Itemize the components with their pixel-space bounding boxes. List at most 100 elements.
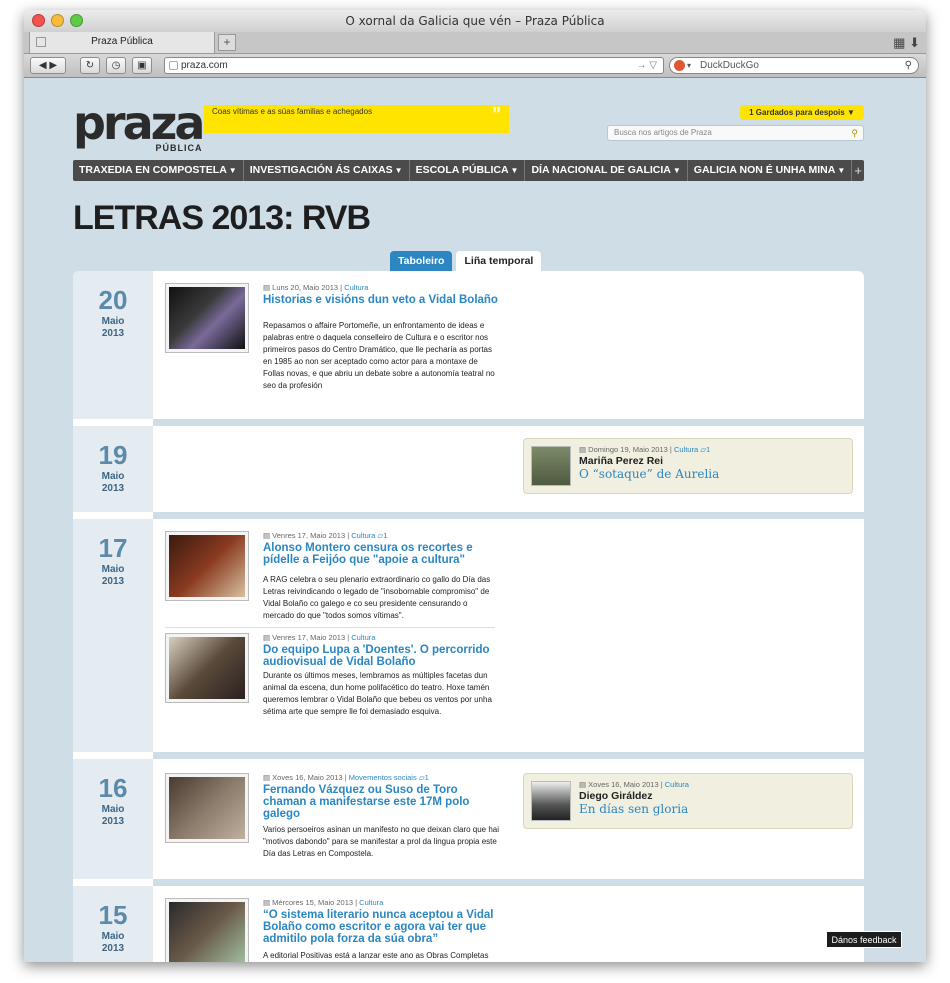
day-date: 17 Maio 2013	[73, 519, 153, 752]
tab-overview-icon[interactable]: ▦	[893, 35, 905, 50]
opinion-date: Xoves 16, Maio 2013 |	[588, 780, 663, 789]
nav-item-dia-nacional[interactable]: DÍA NACIONAL DE GALICIA ▼	[525, 160, 688, 181]
saved-for-later-button[interactable]: 1 Gardados para despois ▼	[740, 105, 864, 120]
history-button[interactable]: ◷	[106, 57, 126, 74]
tab-lina-temporal[interactable]: Liña temporal	[456, 251, 542, 271]
day-month: Maio	[101, 931, 125, 942]
zoom-window-button[interactable]	[70, 14, 83, 27]
article-category[interactable]: Cultura	[351, 633, 375, 642]
day-separator	[153, 419, 864, 426]
article-thumbnail[interactable]	[165, 283, 249, 353]
calendar-icon: ▤	[263, 633, 273, 642]
article-category[interactable]: Movementos sociais	[349, 773, 417, 782]
article-meta: ▤ Xoves 16, Maio 2013 | Movementos socia…	[263, 773, 429, 782]
nav-more-button[interactable]: +	[852, 160, 864, 181]
address-tools[interactable]: → ▽	[637, 58, 657, 73]
article-comments[interactable]: 1	[425, 773, 429, 782]
article-thumbnail[interactable]	[165, 633, 249, 703]
day-number: 15	[98, 900, 128, 930]
opinion-category[interactable]: Cultura	[665, 780, 689, 789]
article-title[interactable]: Fernando Vázquez ou Suso de Toro chaman …	[263, 784, 503, 820]
back-forward-buttons[interactable]: ◀ ▶	[30, 57, 66, 74]
window-controls	[32, 14, 83, 27]
site-search-input[interactable]: Busca nos artigos de Praza ⚲	[607, 125, 864, 141]
feedback-button[interactable]: Dános feedback	[826, 931, 902, 948]
minimize-window-button[interactable]	[51, 14, 64, 27]
day-year: 2013	[101, 576, 125, 587]
opinion-meta: ▤ Domingo 19, Maio 2013 | Cultura ▱1	[579, 445, 710, 454]
nav-item-mina[interactable]: GALICIA NON É UNHA MINA ▼	[688, 160, 853, 181]
calendar-icon: ▤	[263, 773, 273, 782]
opinion-date: Domingo 19, Maio 2013 |	[588, 445, 672, 454]
day-year: 2013	[101, 483, 125, 494]
timeline-day: 17 Maio 2013 ▤ Venres 17, Maio 2013 | Cu…	[73, 519, 864, 752]
article-thumbnail[interactable]	[165, 531, 249, 601]
article-summary: Durante os últimos meses, lembramos as m…	[263, 671, 492, 716]
title-bar: O xornal da Galicia que vén – Praza Públ…	[24, 10, 926, 32]
opinion-title[interactable]: O “sotaque” de Aurelia	[579, 467, 719, 481]
address-text: praza.com	[181, 60, 228, 71]
calendar-icon: ▤	[263, 283, 273, 292]
address-bar[interactable]: praza.com → ▽	[164, 57, 664, 74]
article-title[interactable]: “O sistema literario nunca aceptou a Vid…	[263, 909, 503, 945]
article-category[interactable]: Cultura	[351, 531, 375, 540]
article-meta: ▤ Luns 20, Maio 2013 | Cultura	[263, 283, 368, 292]
article-category[interactable]: Cultura	[359, 898, 383, 907]
nav-item-escola[interactable]: ESCOLA PÚBLICA ▼	[410, 160, 526, 181]
chevron-down-icon: ▼	[228, 166, 237, 175]
logo-word: praza	[73, 96, 205, 150]
opinion-card[interactable]: ▤ Xoves 16, Maio 2013 | Cultura Diego Gi…	[523, 773, 853, 829]
calendar-icon: ▤	[263, 898, 273, 907]
article-summary: Repasamos o affaire Portomeñe, un enfron…	[263, 321, 495, 390]
opinion-title[interactable]: En días sen gloria	[579, 802, 688, 816]
article-divider	[165, 627, 495, 628]
downloads-icon[interactable]: ⬇	[909, 35, 920, 50]
tab-taboleiro[interactable]: Taboleiro	[390, 251, 453, 271]
nav-item-traxedia[interactable]: TRAXEDIA EN COMPOSTELA ▼	[73, 160, 244, 181]
bookmarks-button[interactable]: ▣	[132, 57, 152, 74]
search-engine-placeholder: DuckDuckGo	[700, 60, 759, 71]
search-engine-field[interactable]: ▾ DuckDuckGo ⚲	[669, 57, 919, 74]
day-month: Maio	[101, 471, 125, 482]
article-thumbnail[interactable]	[165, 773, 249, 843]
nav-item-caixas[interactable]: INVESTIGACIÓN ÁS CAIXAS ▼	[244, 160, 410, 181]
reload-button[interactable]: ↻	[80, 57, 100, 74]
nav-label: GALICIA NON É UNHA MINA	[693, 164, 836, 176]
article-image	[169, 637, 245, 699]
day-separator	[153, 752, 864, 759]
article-date: Luns 20, Maio 2013 |	[272, 283, 343, 292]
tab-close-icon[interactable]	[36, 37, 46, 47]
search-icon[interactable]: ⚲	[851, 126, 858, 140]
browser-window: O xornal da Galicia que vén – Praza Públ…	[24, 10, 926, 962]
article-title[interactable]: Historias e visións dun veto a Vidal Bol…	[263, 294, 503, 306]
engine-caret-icon[interactable]: ▾	[687, 58, 691, 73]
search-icon[interactable]: ⚲	[905, 58, 912, 73]
opinion-category[interactable]: Cultura	[674, 445, 698, 454]
nav-label: ESCOLA PÚBLICA	[415, 164, 509, 176]
browser-tab[interactable]: Praza Pública	[29, 32, 215, 54]
tab-bar: Praza Pública + ▦ ⬇	[24, 32, 926, 54]
article-title[interactable]: Alonso Montero censura os recortes e píd…	[263, 542, 503, 566]
opinion-card[interactable]: ▤ Domingo 19, Maio 2013 | Cultura ▱1 Mar…	[523, 438, 853, 494]
praza-logo[interactable]: praza PÚBLICA	[73, 96, 205, 153]
day-number: 16	[98, 773, 128, 803]
article-image	[169, 287, 245, 349]
new-tab-button[interactable]: +	[218, 34, 236, 51]
news-ticker[interactable]: Coas vítimas e as súas familias e achega…	[204, 105, 509, 133]
article-category[interactable]: Cultura	[344, 283, 368, 292]
article-meta: ▤ Venres 17, Maio 2013 | Cultura ▱1	[263, 531, 388, 540]
close-window-button[interactable]	[32, 14, 45, 27]
view-tabs: Taboleiro Liña temporal	[390, 251, 542, 271]
opinion-author[interactable]: Mariña Perez Rei	[579, 455, 663, 467]
tab-tools: ▦ ⬇	[893, 35, 920, 51]
opinion-comments[interactable]: 1	[706, 445, 710, 454]
article-comments[interactable]: 1	[383, 531, 387, 540]
article-thumbnail[interactable]	[165, 898, 249, 962]
article-image	[169, 777, 245, 839]
day-number: 20	[98, 285, 128, 315]
browser-toolbar: ◀ ▶ ↻ ◷ ▣ praza.com → ▽ ▾ DuckDuckGo ⚲	[24, 54, 926, 78]
opinion-author[interactable]: Diego Giráldez	[579, 790, 653, 802]
nav-label: TRAXEDIA EN COMPOSTELA	[79, 164, 227, 176]
calendar-icon: ▤	[579, 445, 589, 454]
article-title[interactable]: Do equipo Lupa a 'Doentes'. O percorrido…	[263, 644, 503, 668]
